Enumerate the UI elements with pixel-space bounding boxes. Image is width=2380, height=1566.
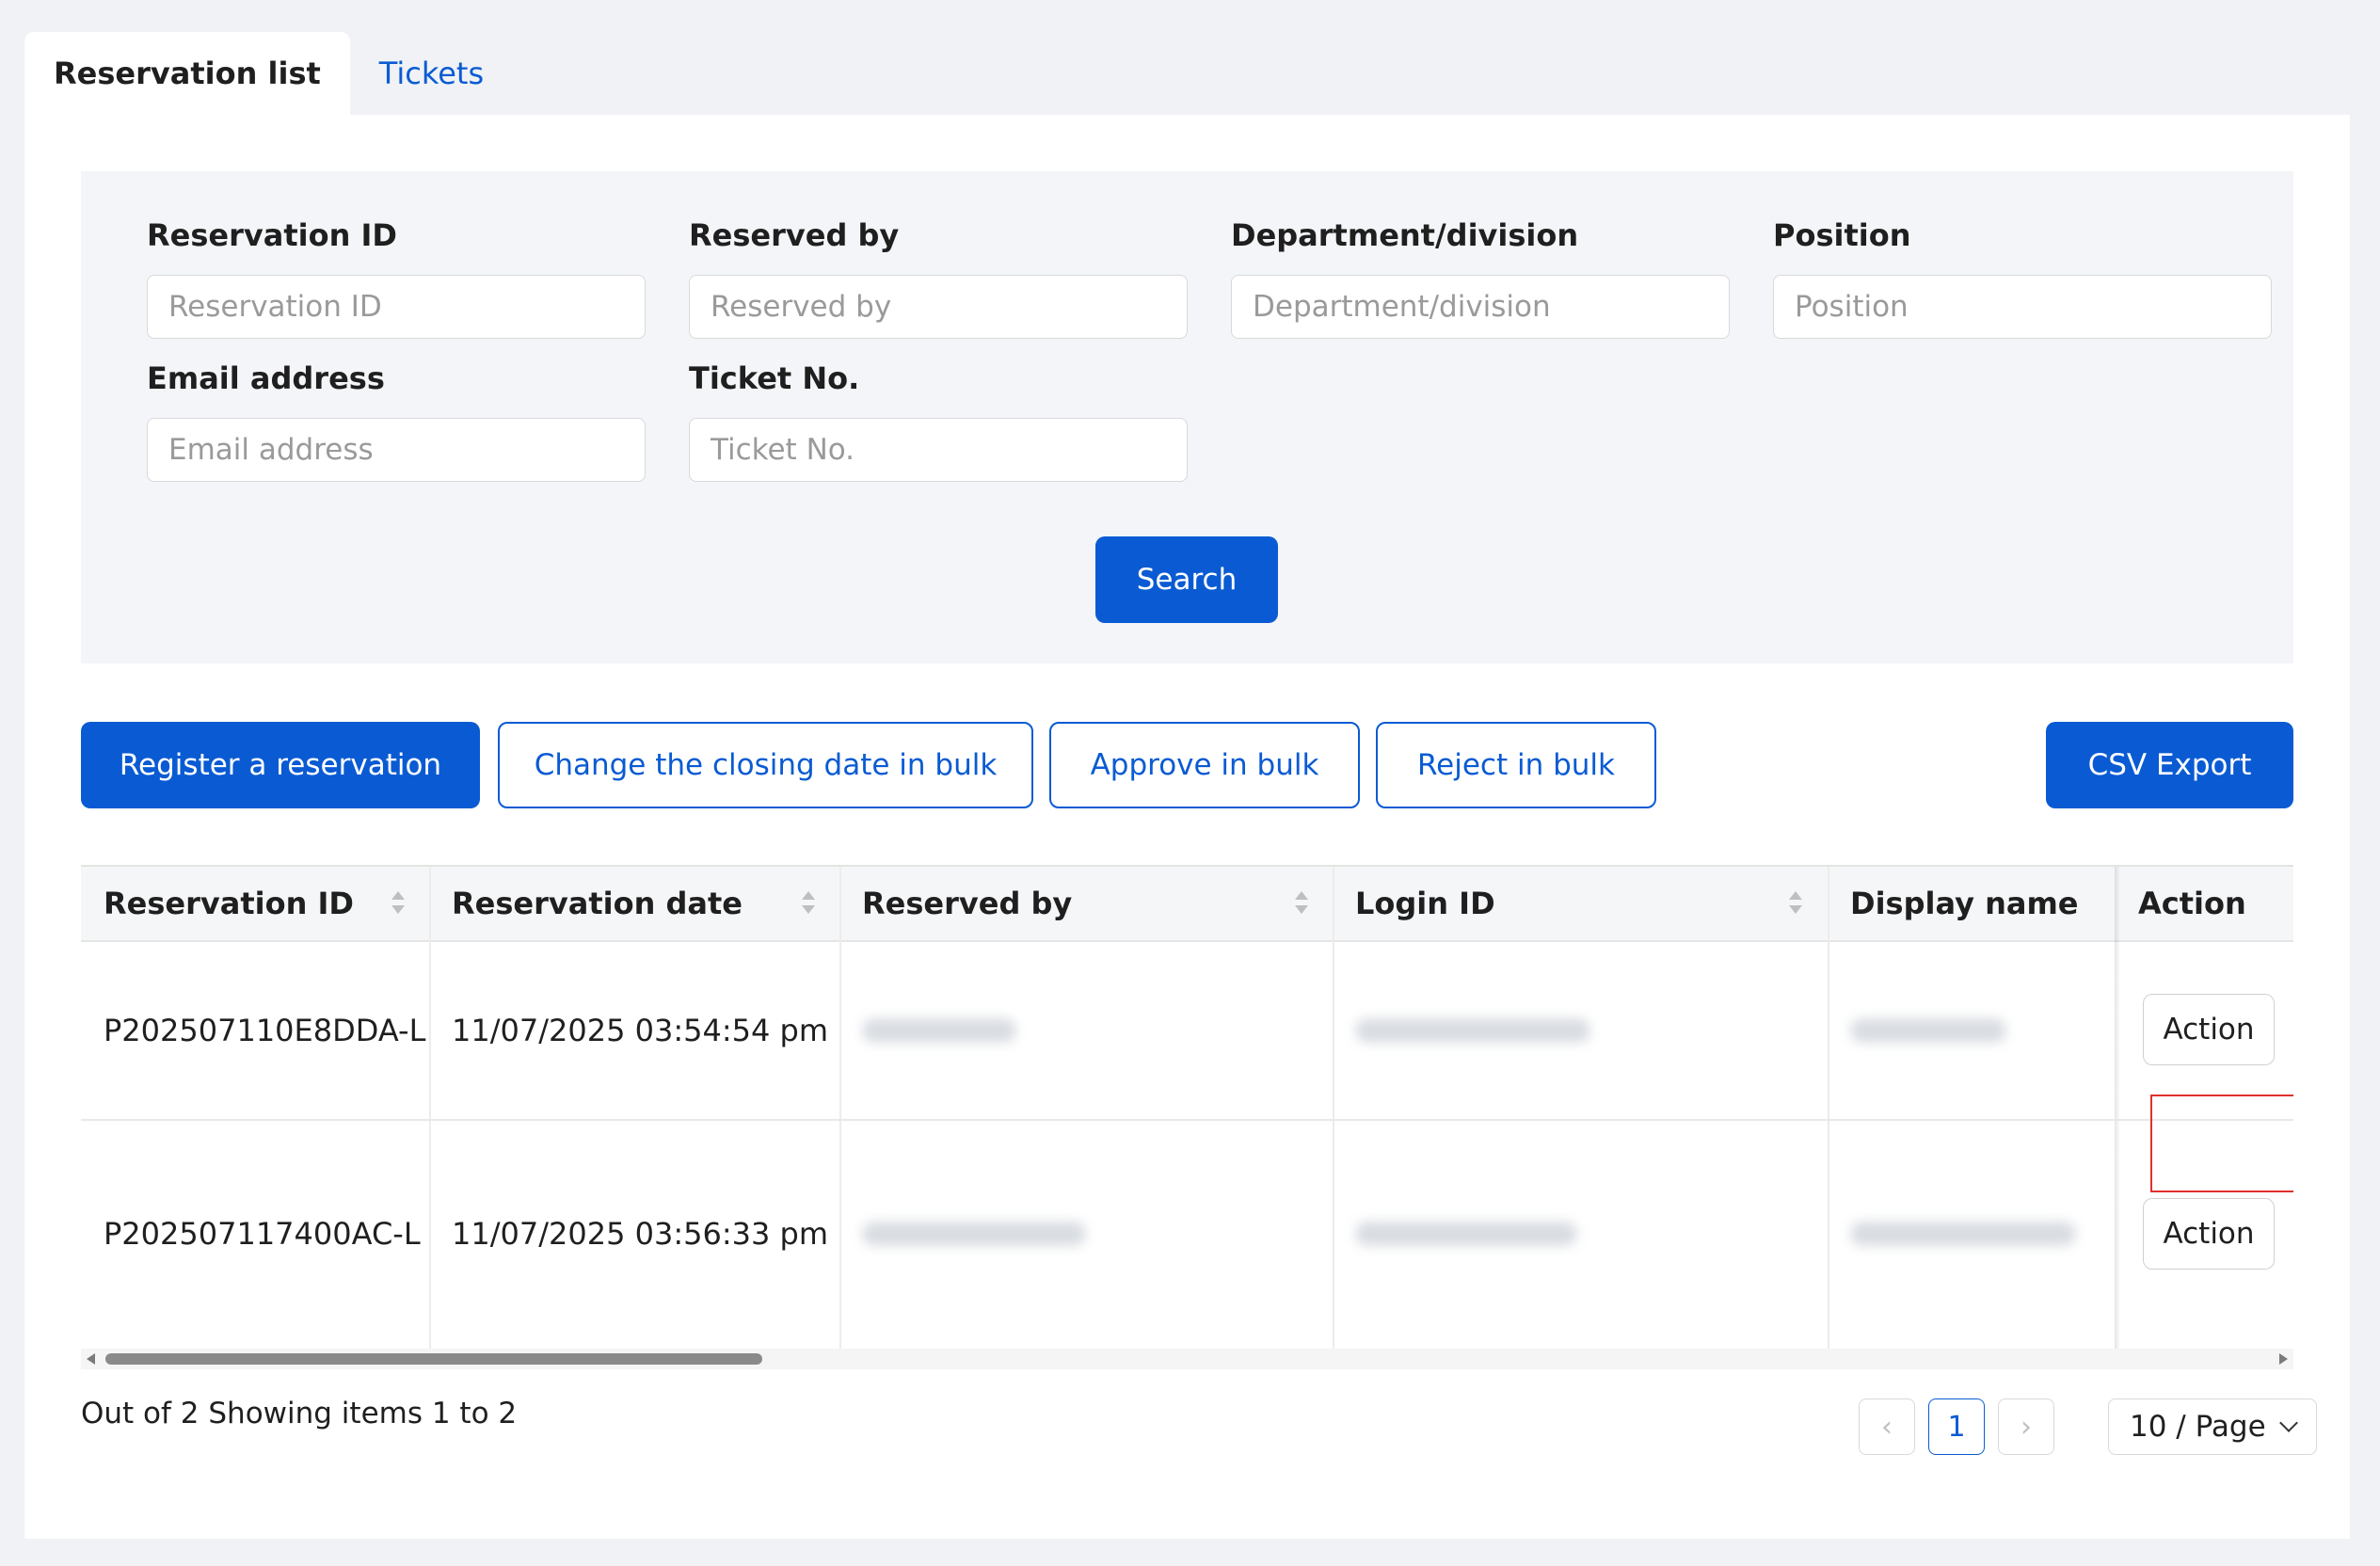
sort-icon[interactable]: [1787, 889, 1804, 918]
register-reservation-button[interactable]: Register a reservation: [81, 722, 480, 808]
display-name-cell: [1828, 942, 2116, 1119]
chevron-right-icon: ›: [2021, 1410, 2032, 1444]
scroll-thumb[interactable]: [105, 1353, 762, 1365]
reservation-date-cell: 11/07/2025 03:54:54 pm: [452, 1013, 828, 1048]
tab-reservation-list[interactable]: Reservation list: [24, 32, 350, 115]
position-label: Position: [1773, 217, 1911, 253]
display-name-cell: [1828, 1121, 2116, 1347]
sort-icon[interactable]: [390, 889, 407, 918]
redacted-value: [1355, 1222, 1577, 1246]
reserved-by-field: Reserved by: [689, 216, 1188, 339]
position-input[interactable]: [1773, 275, 2272, 339]
login-id-cell: [1333, 1121, 1828, 1347]
column-display-name-label: Display name: [1850, 886, 2079, 921]
reserved-by-cell: [839, 1121, 1333, 1347]
sort-icon[interactable]: [800, 889, 817, 918]
chevron-down-icon: [2279, 1414, 2298, 1432]
reservation-id-cell: P202507110E8DDA-L: [104, 1013, 426, 1048]
approve-bulk-button[interactable]: Approve in bulk: [1049, 722, 1360, 808]
reservation-table: Reservation ID Reservation date Reserved…: [81, 865, 2293, 1361]
page-size-select[interactable]: 10 / Page: [2108, 1398, 2317, 1455]
csv-export-button[interactable]: CSV Export: [2046, 722, 2293, 808]
reserved-by-label: Reserved by: [689, 217, 900, 253]
column-reservation-id[interactable]: Reservation ID: [81, 867, 429, 940]
page-size-value: 10 / Page: [2130, 1410, 2266, 1444]
content-panel: Reservation ID Reserved by Department/di…: [24, 115, 2350, 1539]
redacted-value: [862, 1222, 1086, 1246]
search-button[interactable]: Search: [1095, 536, 1278, 623]
search-form: Reservation ID Reserved by Department/di…: [81, 171, 2293, 663]
page-number-button[interactable]: 1: [1928, 1398, 1985, 1455]
department-label: Department/division: [1231, 217, 1579, 253]
reserved-by-input[interactable]: [689, 275, 1188, 339]
prev-page-button[interactable]: ‹: [1859, 1398, 1915, 1455]
department-input[interactable]: [1231, 275, 1730, 339]
position-field: Position: [1773, 216, 2272, 339]
table-row: P202507117400AC-L 11/07/2025 03:56:33 pm…: [81, 1121, 2293, 1361]
reservation-date-cell: 11/07/2025 03:56:33 pm: [452, 1216, 828, 1252]
tab-bar: Reservation list Tickets: [24, 32, 513, 115]
change-closing-date-button[interactable]: Change the closing date in bulk: [498, 722, 1033, 808]
sort-icon[interactable]: [1293, 889, 1310, 918]
email-label: Email address: [147, 360, 385, 396]
next-page-button[interactable]: ›: [1998, 1398, 2054, 1455]
reservation-id-input[interactable]: [147, 275, 646, 339]
department-field: Department/division: [1231, 216, 1730, 339]
reservation-id-cell: P202507117400AC-L: [104, 1216, 421, 1252]
redacted-value: [862, 1018, 1016, 1043]
column-action-label: Action: [2138, 886, 2246, 921]
action-button[interactable]: Action: [2143, 994, 2275, 1065]
column-reserved-by[interactable]: Reserved by: [839, 867, 1333, 940]
login-id-cell: [1333, 942, 1828, 1119]
action-button[interactable]: Action: [2143, 1198, 2275, 1270]
ticket-no-field: Ticket No.: [689, 360, 1188, 482]
column-action: Action: [2116, 867, 2293, 940]
ticket-no-input[interactable]: [689, 418, 1188, 482]
chevron-left-icon: ‹: [1881, 1410, 1893, 1444]
pagination-summary: Out of 2 Showing items 1 to 2: [81, 1397, 518, 1430]
redacted-value: [1355, 1018, 1590, 1043]
tab-tickets[interactable]: Tickets: [350, 32, 513, 115]
redacted-value: [1850, 1018, 2006, 1043]
scroll-right-icon[interactable]: [2279, 1353, 2288, 1365]
column-display-name: Display name: [1828, 867, 2116, 940]
table-header: Reservation ID Reservation date Reserved…: [81, 867, 2293, 942]
reservation-id-field: Reservation ID: [147, 216, 646, 339]
table-row: P202507110E8DDA-L 11/07/2025 03:54:54 pm…: [81, 942, 2293, 1121]
column-reservation-id-label: Reservation ID: [104, 886, 354, 921]
column-login-id[interactable]: Login ID: [1333, 867, 1828, 940]
redacted-value: [1850, 1222, 2076, 1246]
reserved-by-cell: [839, 942, 1333, 1119]
column-reservation-date-label: Reservation date: [452, 886, 743, 921]
reject-bulk-button[interactable]: Reject in bulk: [1376, 722, 1656, 808]
email-field: Email address: [147, 360, 646, 482]
reservation-id-label: Reservation ID: [147, 217, 397, 253]
column-reserved-by-label: Reserved by: [862, 886, 1073, 921]
column-reservation-date[interactable]: Reservation date: [429, 867, 839, 940]
ticket-no-label: Ticket No.: [689, 360, 860, 396]
scroll-left-icon[interactable]: [87, 1353, 95, 1365]
email-input[interactable]: [147, 418, 646, 482]
horizontal-scrollbar[interactable]: [81, 1349, 2293, 1369]
column-login-id-label: Login ID: [1355, 886, 1495, 921]
